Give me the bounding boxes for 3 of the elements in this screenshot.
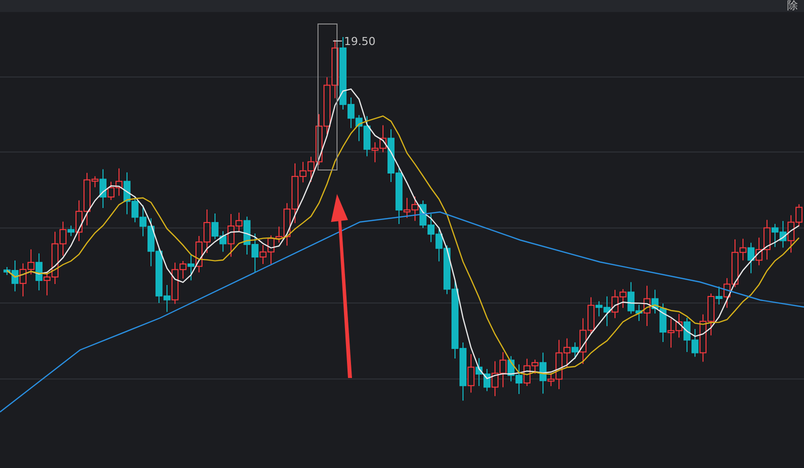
leader-line — [332, 40, 342, 42]
header-label: 除 — [787, 0, 799, 12]
price-label: 19.50 — [344, 35, 376, 48]
